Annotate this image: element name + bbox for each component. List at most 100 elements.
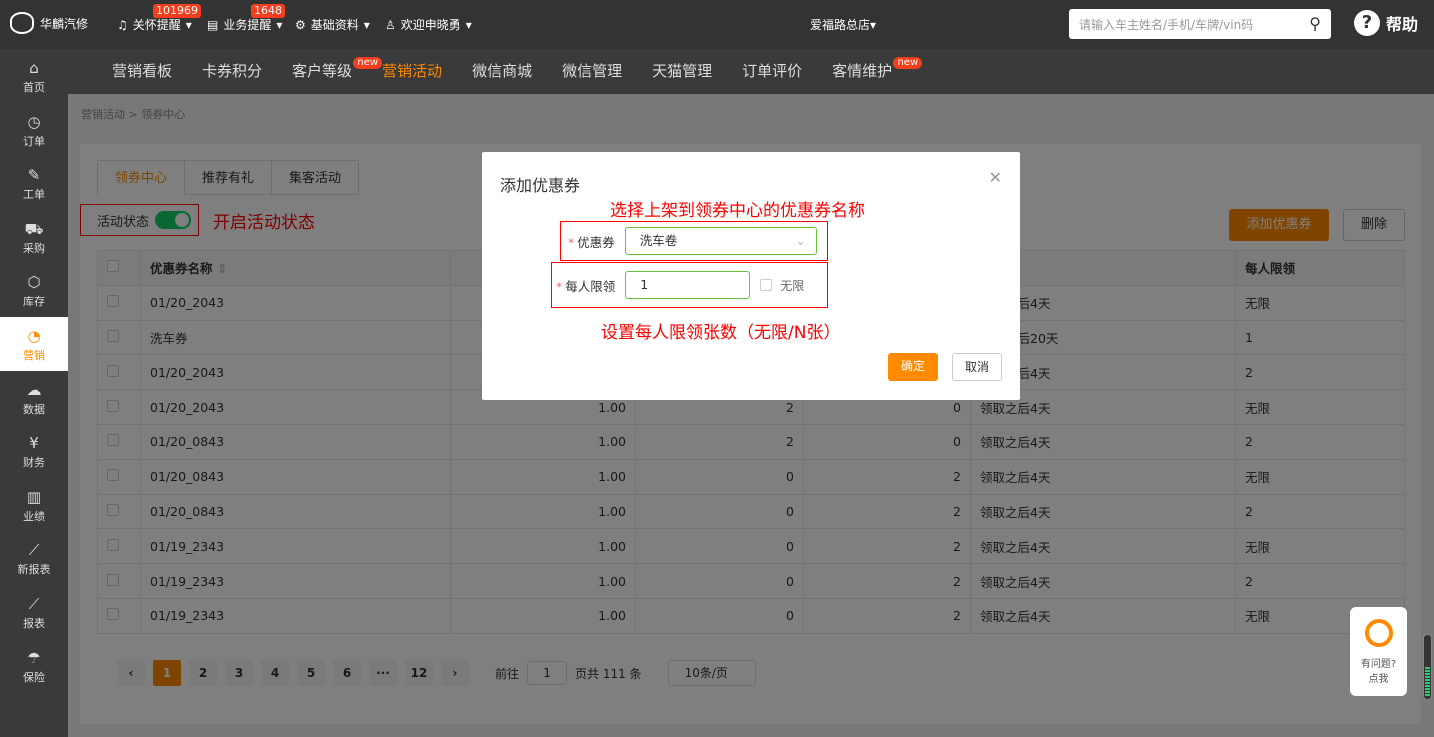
nav-label: 营销看板 [112, 62, 173, 80]
new-badge: new [353, 57, 383, 69]
sidebar-label: 保险 [23, 670, 45, 684]
coupon-select[interactable]: 洗车卷 ⌄ [624, 227, 817, 255]
sidebar-icon: ▥ [26, 487, 42, 506]
gear-icon: ⚙ [295, 17, 306, 32]
close-icon[interactable]: ✕ [989, 168, 1002, 187]
nav-item[interactable]: 微信商城 [472, 49, 532, 94]
sidebar-item[interactable]: ▥ 业绩 [0, 478, 68, 532]
sidebar-icon: ⛟ [24, 219, 44, 238]
nav-label: 客户等级 [292, 62, 353, 80]
nav-item[interactable]: 营销活动 [382, 49, 442, 94]
limit-input[interactable]: 1 [625, 271, 751, 299]
bell-icon: ♫ [117, 17, 128, 32]
menu-label: 欢迎申晓勇 [400, 18, 461, 32]
document-icon: ▤ [207, 17, 219, 32]
sidebar-icon: ◔ [27, 326, 41, 345]
sidebar-label: 工单 [23, 188, 45, 202]
sidebar-label: 首页 [23, 81, 45, 94]
main-nav: 营销看板 卡券积分 客户等级 new 营销活动 微信商城 微信管理 天猫管理 订单评价 客情维护 n… [68, 49, 1434, 94]
limit-label: * 每人限领 [556, 278, 616, 294]
store-name: 爱福路总店 [810, 18, 871, 32]
select-value: 洗车卷 [639, 233, 678, 248]
coupon-label: * 优惠券 [568, 234, 615, 250]
sidebar-item[interactable]: ⛟ 采购 [0, 210, 68, 264]
sidebar-item[interactable]: ◔ 营销 [0, 316, 68, 371]
menu-label: 基础资料 [310, 18, 359, 32]
sidebar-label: 采购 [23, 241, 45, 255]
sidebar-icon: ✎ [27, 166, 41, 185]
user-menu[interactable]: ♙ 欢迎申晓勇 ▾ [385, 16, 472, 33]
label-text: 每人限领 [565, 278, 616, 294]
new-badge: new [893, 57, 923, 69]
sidebar-label: 新报表 [17, 563, 51, 577]
menu-label: 业务提醒 [223, 18, 272, 32]
sidebar-label: 业绩 [23, 509, 45, 523]
nav-label: 微信商城 [472, 62, 533, 80]
sidebar-icon: ⬡ [27, 273, 41, 292]
sidebar-item[interactable]: ⬡ 库存 [0, 263, 68, 317]
sidebar-label: 营销 [23, 348, 45, 362]
nav-item[interactable]: 天猫管理 [652, 49, 712, 94]
headset-icon [1364, 619, 1393, 647]
brand-name: 华麟汽修 [40, 16, 89, 31]
help-line: 点我 [1368, 674, 1389, 685]
sidebar-item[interactable]: ⟋ 新报表 [0, 531, 68, 585]
sidebar-item[interactable]: ⌂ 首页 [0, 49, 68, 103]
sidebar: ⌂ 首页 ◷ 订单 ✎ 工单 ⛟ 采购 ⬡ 库存 ◔ 营销 ☁ 数据 ¥ 财务 ▥ 业绩 ⟋ 新报表 ⟋ 报表 ☂ 保险 [0, 49, 68, 737]
checkbox-label: 无限 [780, 278, 805, 293]
sidebar-item[interactable]: ☂ 保险 [0, 639, 68, 693]
care-reminder-menu[interactable]: ♫ 关怀提醒 ▾ 101969 [117, 4, 201, 33]
sidebar-item[interactable]: ✎ 工单 [0, 156, 68, 210]
search-placeholder: 请输入车主姓名/手机/车牌/vin码 [1079, 18, 1254, 32]
dialog-title: 添加优惠券 [500, 176, 581, 195]
nav-label: 订单评价 [742, 62, 803, 80]
sidebar-icon: ☂ [27, 648, 41, 667]
sidebar-item[interactable]: ¥ 财务 [0, 424, 68, 478]
nav-label: 营销活动 [382, 62, 443, 80]
question-icon: ? [1354, 10, 1380, 36]
chevron-down-icon: ⌄ [795, 233, 806, 248]
nav-label: 微信管理 [562, 62, 623, 80]
add-coupon-dialog: 添加优惠券 ✕ 选择上架到领券中心的优惠券名称 * 优惠券 洗车卷 ⌄ * 每人限领 … [482, 152, 1020, 400]
help-widget[interactable]: 有问题? 点我 [1350, 607, 1407, 696]
unlimited-checkbox[interactable]: 无限 [760, 277, 804, 294]
search-input[interactable]: 请输入车主姓名/手机/车牌/vin码 ⚲ [1069, 9, 1331, 39]
nav-item[interactable]: 卡券积分 [202, 49, 262, 94]
sidebar-label: 报表 [23, 616, 45, 630]
business-reminder-menu[interactable]: ▤ 业务提醒 ▾ 1648 [207, 4, 285, 33]
sidebar-icon: ⟋ [28, 594, 40, 613]
nav-item[interactable]: 客情维护 new [832, 49, 923, 94]
nav-item[interactable]: 微信管理 [562, 49, 622, 94]
nav-label: 卡券积分 [202, 62, 263, 80]
logo[interactable]: 华麟汽修 [10, 12, 88, 34]
store-selector[interactable]: 爱福路总店▾ [810, 16, 876, 33]
nav-item[interactable]: 订单评价 [742, 49, 802, 94]
help-label: 帮助 [1386, 15, 1419, 34]
sidebar-icon: ⌂ [29, 59, 39, 77]
basic-data-menu[interactable]: ⚙ 基础资料 ▾ [295, 16, 370, 33]
label-text: 优惠券 [577, 234, 615, 250]
sidebar-item[interactable]: ☁ 数据 [0, 371, 68, 425]
sidebar-label: 数据 [23, 402, 45, 416]
annotation-limit: 设置每人限领张数（无限/N张） [601, 323, 841, 343]
sidebar-label: 订单 [23, 134, 45, 148]
nav-label: 天猫管理 [652, 62, 713, 80]
sidebar-item[interactable]: ⟋ 报表 [0, 585, 68, 639]
search-icon[interactable]: ⚲ [1309, 14, 1321, 33]
sidebar-icon: ⟋ [28, 541, 40, 560]
cancel-button[interactable]: 取消 [952, 353, 1002, 381]
top-bar: 华麟汽修 ♫ 关怀提醒 ▾ 101969 ▤ 业务提醒 ▾ 1648 ⚙ 基础资料 ▾ ♙ 欢迎申… [0, 0, 1434, 49]
count-badge: 1648 [251, 4, 285, 18]
sidebar-label: 库存 [23, 295, 45, 309]
sidebar-icon: ¥ [29, 434, 39, 453]
confirm-button[interactable]: 确定 [888, 353, 938, 381]
limit-field-row: * 每人限领 1 无限 [551, 262, 828, 308]
count-badge: 101969 [153, 4, 201, 18]
nav-label: 客情维护 [832, 62, 893, 80]
help-button[interactable]: ? 帮助 [1354, 10, 1418, 36]
nav-item[interactable]: 客户等级 new [292, 49, 383, 94]
checkbox[interactable] [760, 279, 773, 291]
sidebar-item[interactable]: ◷ 订单 [0, 103, 68, 157]
nav-item[interactable]: 营销看板 [112, 49, 172, 94]
sidebar-icon: ◷ [27, 112, 41, 131]
